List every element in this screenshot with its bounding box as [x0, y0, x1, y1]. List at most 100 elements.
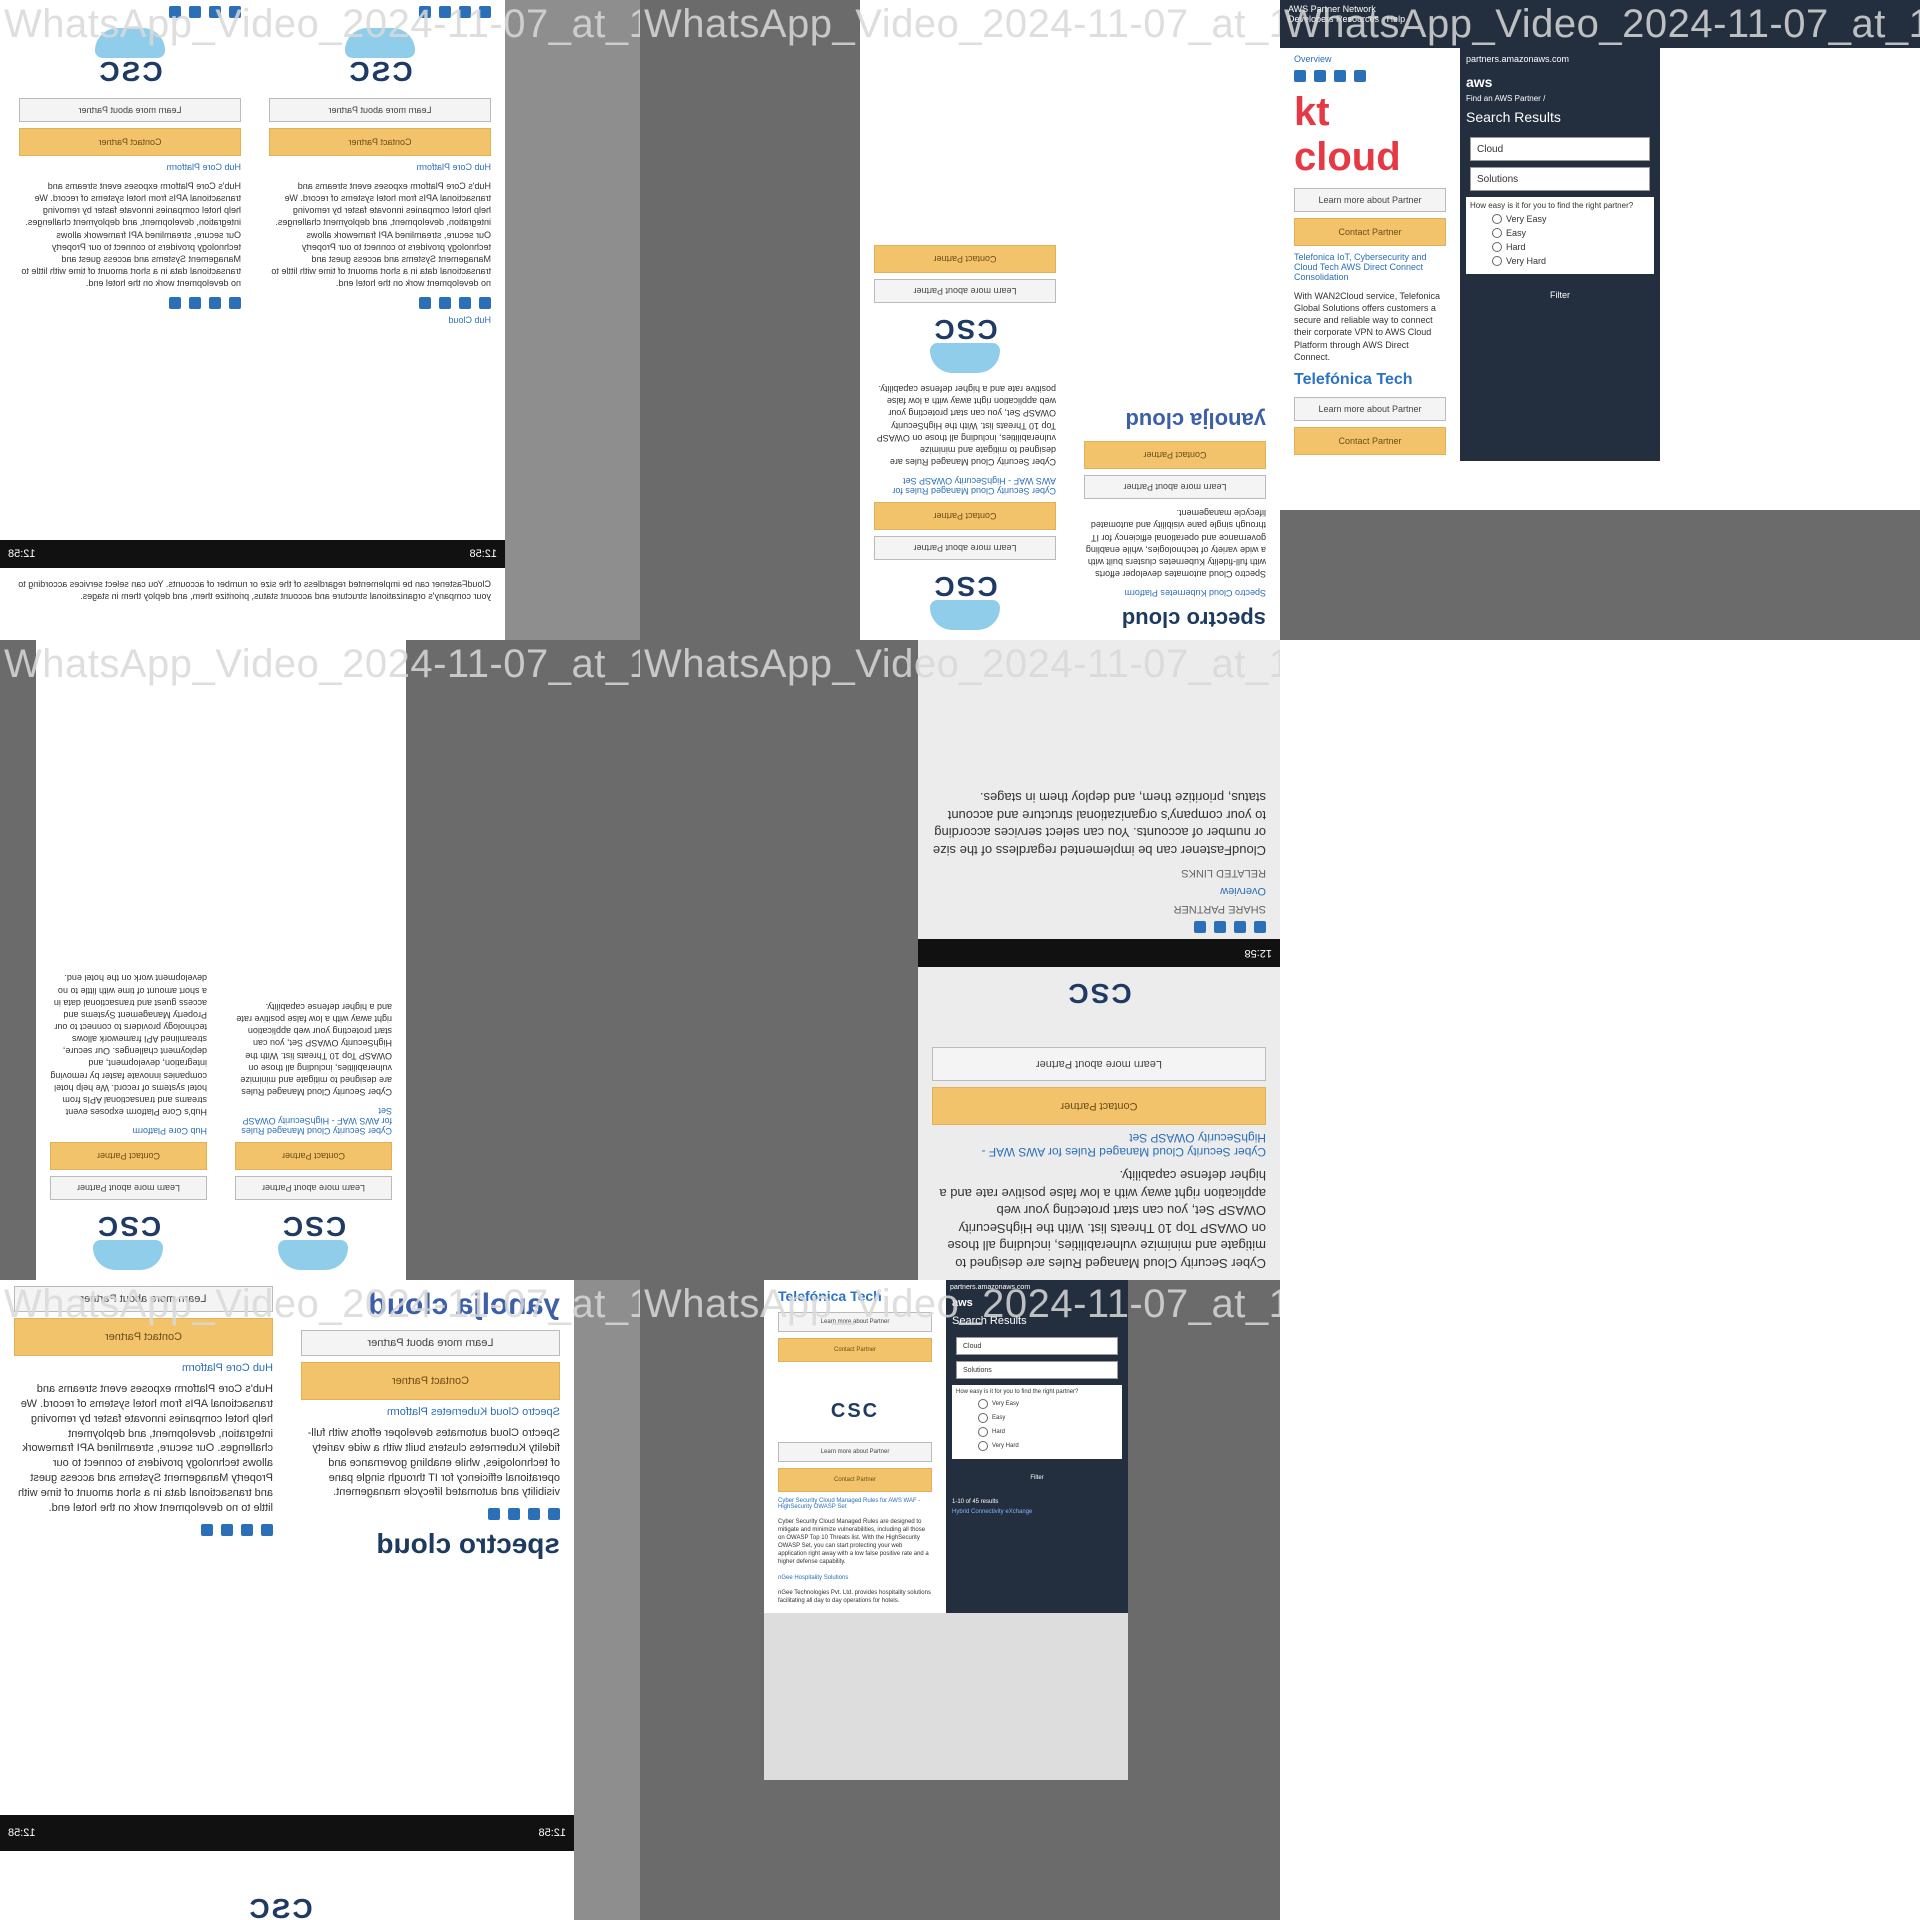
- hub-title-link[interactable]: Hub Core Platform: [50, 1126, 207, 1136]
- breadcrumb[interactable]: Find an AWS Partner /: [1460, 94, 1660, 103]
- contact-partner-button[interactable]: Contact Partner: [269, 128, 491, 156]
- ngee-description: nGee Technologies Pvt. Ltd. provides hos…: [778, 1589, 931, 1604]
- learn-more-button[interactable]: Learn more about Partner: [301, 1330, 560, 1356]
- status-bar: 12:58 12:58: [0, 540, 505, 568]
- share-icons: [19, 297, 241, 310]
- url-bar[interactable]: partners.amazonaws.com: [1460, 48, 1660, 70]
- spectro-logo: spectro cloud: [376, 1528, 560, 1560]
- learn-more-button[interactable]: Learn more about Partner: [1294, 396, 1446, 421]
- share-icons: [932, 920, 1266, 933]
- learn-more-button[interactable]: Learn more about Partner: [50, 1176, 207, 1200]
- hybrid-title-link[interactable]: Hybrid Connectivity eXchange: [946, 1507, 1128, 1517]
- csc-rules-link[interactable]: Cyber Security Cloud Managed Rules for A…: [932, 1131, 1266, 1159]
- contact-partner-button[interactable]: Contact Partner: [1294, 218, 1446, 246]
- overview-link[interactable]: Overview: [932, 885, 1266, 897]
- share-icons: [1294, 70, 1446, 82]
- solutions-dropdown[interactable]: Solutions: [956, 1361, 1118, 1379]
- learn-more-button[interactable]: Learn more about Partner: [932, 1046, 1266, 1081]
- learn-more-button[interactable]: Learn more about Partner: [778, 1442, 932, 1462]
- search-input[interactable]: Cloud: [956, 1337, 1118, 1355]
- filter-button[interactable]: Filter: [956, 1469, 1118, 1487]
- learn-more-button[interactable]: Learn more about Partner: [1084, 475, 1266, 500]
- search-input[interactable]: Cloud: [1470, 137, 1650, 161]
- option-very-hard[interactable]: Very Hard: [1492, 256, 1628, 266]
- results-title: Search Results: [952, 1315, 1027, 1327]
- hub-cloud-link[interactable]: Hub Cloud: [269, 315, 491, 325]
- filter-button[interactable]: Filter: [1470, 284, 1650, 306]
- contact-partner-button[interactable]: Contact Partner: [1084, 441, 1266, 470]
- learn-more-button[interactable]: Learn more about Partner: [14, 1286, 273, 1312]
- overview-link[interactable]: Overview: [1294, 54, 1446, 64]
- spectro-title-link[interactable]: Spectro Cloud Kubernetes Platform: [1084, 588, 1266, 598]
- learn-more-button[interactable]: Learn more about Partner: [1294, 188, 1446, 212]
- contact-partner-button[interactable]: Contact Partner: [874, 245, 1056, 274]
- flipped-mobile-screenshot: spectro cloud Spectro Cloud Kubernetes P…: [860, 0, 1280, 640]
- hub-description: Hub's Core Platform exposes event stream…: [271, 181, 491, 289]
- learn-more-button[interactable]: Learn more about Partner: [874, 536, 1056, 560]
- option-hard[interactable]: Hard: [978, 1427, 1096, 1437]
- learn-more-button[interactable]: Learn more about Partner: [874, 279, 1056, 304]
- hub-title-link[interactable]: Hub Core Platform: [19, 162, 241, 172]
- telefonica-description: With WAN2Cloud service, Telefonica Globa…: [1294, 291, 1441, 362]
- contact-partner-button[interactable]: Contact Partner: [778, 1338, 932, 1362]
- contact-partner-button[interactable]: Contact Partner: [50, 1142, 207, 1170]
- csc-rules-link[interactable]: Cyber Security Cloud Managed Rules for A…: [874, 476, 1056, 496]
- contact-partner-button[interactable]: Contact Partner: [1294, 426, 1446, 455]
- hub-description: Hub's Core Platform exposes event stream…: [21, 181, 241, 289]
- option-very-easy[interactable]: Very Easy: [978, 1399, 1096, 1409]
- option-easy[interactable]: Easy: [1492, 228, 1628, 238]
- option-easy[interactable]: Easy: [978, 1413, 1096, 1423]
- option-very-easy[interactable]: Very Easy: [1492, 214, 1628, 224]
- flipped-mobile-screenshot: CSC Learn more about Partner Contact Par…: [36, 640, 406, 1280]
- learn-more-button[interactable]: Learn more about Partner: [19, 98, 241, 122]
- telefonica-logo: Telefónica Tech: [778, 1288, 882, 1304]
- learn-more-button[interactable]: Learn more about Partner: [269, 98, 491, 122]
- option-very-hard[interactable]: Very Hard: [978, 1441, 1096, 1451]
- share-icons: [269, 6, 491, 18]
- contact-partner-button[interactable]: Contact Partner: [301, 1362, 560, 1400]
- cloudfastener-description: CloudFastener can be implemented regardl…: [18, 579, 491, 602]
- spectro-title-link[interactable]: Spectro Cloud Kubernetes Platform: [301, 1406, 560, 1418]
- frame-cell-1-0: WhatsApp_Video_2024-11-07_at_12.56.44_fc…: [0, 640, 640, 1280]
- csc-rules-link[interactable]: Cyber Security Cloud Managed Rules for A…: [778, 1498, 932, 1510]
- contact-partner-button[interactable]: Contact Partner: [235, 1142, 392, 1170]
- csc-rules-description: Cyber Security Cloud Managed Rules are d…: [876, 384, 1056, 467]
- hub-title-link[interactable]: Hub Core Platform: [269, 162, 491, 172]
- option-hard[interactable]: Hard: [1492, 242, 1628, 252]
- contact-partner-button[interactable]: Contact Partner: [874, 502, 1056, 530]
- solutions-dropdown[interactable]: Solutions: [1470, 167, 1650, 191]
- hub-description: Hub's Core Platform exposes event stream…: [50, 973, 207, 1117]
- frame-cell-2-2: [1280, 1280, 1920, 1920]
- hub-title-link[interactable]: Hub Core Platform: [14, 1362, 273, 1374]
- telefonica-title-link[interactable]: Telefonica IoT, Cybersecurity and Cloud …: [1294, 252, 1446, 282]
- frame-cell-2-0: WhatsApp_Video_2024-11-07_at_12.56.44_fc…: [0, 1280, 640, 1920]
- share-icons: [19, 6, 241, 18]
- frame-cell-1-1: WhatsApp_Video_2024-11-07_at_12.56.44_fc…: [640, 640, 1280, 1280]
- aws-logo: aws: [952, 1297, 973, 1309]
- yanolja-logo: yanolja cloud: [368, 1288, 560, 1321]
- mirrored-zoomed-screenshot: yanolja cloud Learn more about Partner C…: [0, 1280, 574, 1920]
- frame-cell-0-2: WhatsApp_Video_2024-11-07_at_12.56.44_fc…: [1280, 0, 1920, 640]
- mobile-screenshot: Telefónica Tech Learn more about Partner…: [764, 1280, 1128, 1780]
- results-count: 1-10 of 45 results: [952, 1499, 999, 1505]
- aws-logo: aws: [1466, 74, 1493, 90]
- status-bar: 12:58 12:58: [0, 1815, 574, 1851]
- ngee-title-link[interactable]: nGee Hospitality Solutions: [778, 1575, 932, 1581]
- contact-partner-button[interactable]: Contact Partner: [778, 1468, 932, 1492]
- mirrored-mobile-screenshot: CSC Learn more about Partner Contact Par…: [0, 0, 505, 640]
- url-bar[interactable]: partners.amazonaws.com: [946, 1280, 1128, 1295]
- spectro-logo: spectro cloud: [1121, 607, 1266, 632]
- csc-logo: CSC: [235, 1210, 392, 1270]
- csc-logo: CSC: [269, 28, 491, 88]
- telefonica-logo: Telefónica Tech: [1294, 370, 1413, 388]
- csc-logo: CSC: [19, 28, 241, 88]
- contact-partner-button[interactable]: Contact Partner: [14, 1318, 273, 1356]
- contact-partner-button[interactable]: Contact Partner: [19, 128, 241, 156]
- csc-rules-link[interactable]: Cyber Security Cloud Managed Rules for A…: [235, 1106, 392, 1136]
- learn-more-button[interactable]: Learn more about Partner: [235, 1176, 392, 1200]
- contact-partner-button[interactable]: Contact Partner: [932, 1086, 1266, 1125]
- learn-more-button[interactable]: Learn more about Partner: [778, 1312, 932, 1332]
- share-icons: [14, 1523, 273, 1536]
- results-title: Search Results: [1466, 109, 1561, 125]
- frame-cell-0-0: WhatsApp_Video_2024-11-07_at_12.56.44_fc…: [0, 0, 640, 640]
